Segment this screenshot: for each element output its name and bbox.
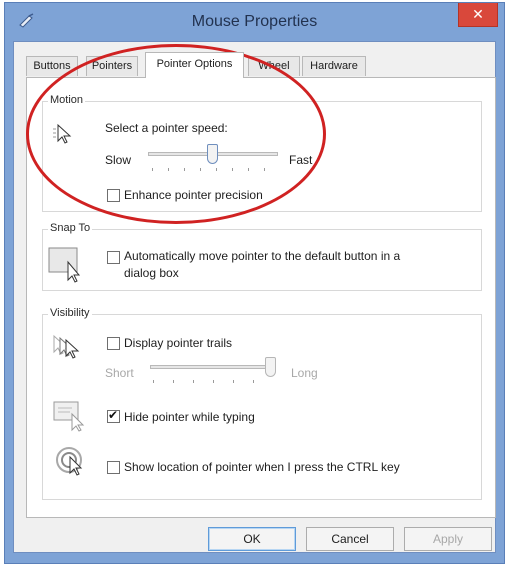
auto-move-pointer-label-line2[interactable]: dialog box [124,266,179,280]
auto-move-pointer-label[interactable]: Automatically move pointer to the defaul… [124,249,400,263]
pointer-location-icon [56,447,83,476]
enhance-precision-label[interactable]: Enhance pointer precision [124,188,263,202]
speed-tick [216,168,217,171]
speed-tick [232,168,233,171]
tab-wheel[interactable]: Wheel [248,56,300,76]
hide-pointer-label[interactable]: Hide pointer while typing [124,410,255,424]
trails-tick [173,380,174,383]
speed-tick [200,168,201,171]
short-label: Short [105,366,134,380]
trails-slider-thumb[interactable] [265,357,276,377]
trails-slider-track[interactable] [150,365,276,369]
speed-tick [184,168,185,171]
trails-tick [233,380,234,383]
slow-label: Slow [105,153,132,167]
cancel-button[interactable]: Cancel [306,527,394,551]
trails-tick [153,380,154,383]
long-label: Long [291,366,318,380]
window-title: Mouse Properties [191,13,318,30]
pointer-trails-icon [53,334,80,359]
speed-tick [168,168,169,171]
show-location-label[interactable]: Show location of pointer when I press th… [124,460,400,474]
trails-tick [193,380,194,383]
hide-pointer-checkbox[interactable] [107,408,120,423]
trails-tick [253,380,254,383]
speed-tick [264,168,265,171]
pointer-speed-label: Select a pointer speed: [105,121,228,135]
snap-to-group-label: Snap To [48,222,93,234]
title-bar[interactable]: Mouse Properties ✕ [5,3,504,41]
speed-slider-thumb[interactable] [207,144,218,164]
hide-pointer-icon [53,401,85,432]
tab-hardware[interactable]: Hardware [302,56,366,76]
snap-to-button-icon [48,247,81,283]
fast-label: Fast [289,153,313,167]
motion-group-label: Motion [48,94,86,106]
show-location-checkbox[interactable] [107,461,120,474]
enhance-precision-checkbox[interactable] [107,189,120,202]
trails-tick [213,380,214,383]
close-button[interactable]: ✕ [458,3,498,27]
speed-tick [248,168,249,171]
tab-buttons[interactable]: Buttons [26,56,78,76]
close-icon: ✕ [472,6,484,22]
ok-button[interactable]: OK [208,527,296,551]
pointer-trails-label[interactable]: Display pointer trails [124,336,232,350]
tab-pointer-options[interactable]: Pointer Options [145,52,244,78]
pointer-trails-checkbox[interactable] [107,337,120,350]
tab-pointers[interactable]: Pointers [86,56,138,76]
speed-tick [152,168,153,171]
apply-button[interactable]: Apply [404,527,492,551]
auto-move-pointer-checkbox[interactable] [107,251,120,264]
pointer-speed-icon [53,123,72,144]
visibility-group-label: Visibility [48,307,92,319]
